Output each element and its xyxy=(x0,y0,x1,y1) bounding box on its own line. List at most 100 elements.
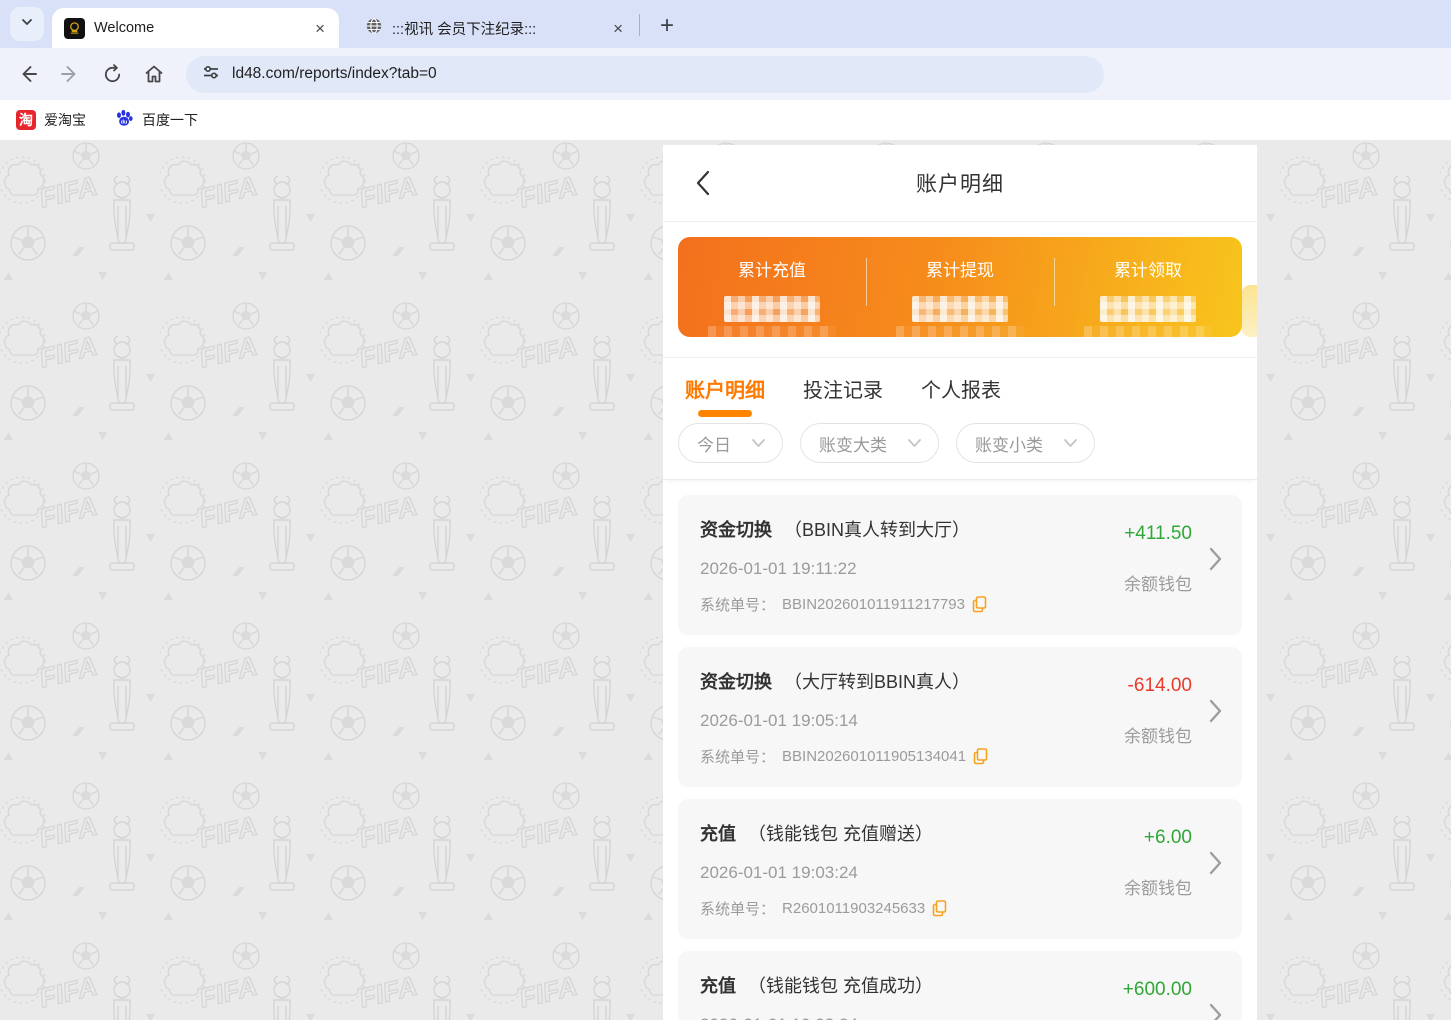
wallet-label: 余额钱包 xyxy=(1124,727,1192,746)
filter-major-category-dropdown[interactable]: 账变大类 xyxy=(800,423,939,463)
transaction-detail: （BBIN真人转到大厅） xyxy=(784,520,971,540)
chevron-right-icon[interactable] xyxy=(1209,851,1222,875)
back-chevron-icon[interactable] xyxy=(695,169,711,202)
censored-value xyxy=(912,296,1008,322)
chevron-down-icon xyxy=(20,15,34,34)
summary-col-deposit: 累计充值 xyxy=(678,256,866,339)
close-icon[interactable]: × xyxy=(311,20,329,37)
wallet-label: 余额钱包 xyxy=(1124,575,1192,594)
carousel-next-slide-peek xyxy=(1242,285,1257,337)
transaction-type: 资金切换 xyxy=(700,520,772,540)
transaction-list: 资金切换 （BBIN真人转到大厅） 2026-01-01 19:11:22 系统… xyxy=(663,480,1257,1020)
censored-value-blur xyxy=(896,326,1024,339)
transaction-amount: +6.00 xyxy=(1143,827,1192,848)
bookmark-label: 百度一下 xyxy=(142,112,198,128)
transaction-type: 资金切换 xyxy=(700,672,772,692)
forward-button[interactable] xyxy=(52,56,88,92)
filter-label: 账变大类 xyxy=(819,435,887,455)
censored-value xyxy=(1100,296,1196,322)
bookmark-baidu[interactable]: du 百度一下 xyxy=(114,108,198,133)
summary-col-withdraw: 累计提现 xyxy=(866,256,1054,339)
summary-section: 累计充值 累计提现 累计领取 xyxy=(663,222,1257,358)
transaction-row[interactable]: 资金切换 （大厅转到BBIN真人） 2026-01-01 19:05:14 系统… xyxy=(678,647,1242,787)
transaction-amount: +411.50 xyxy=(1124,523,1192,544)
tab-title: Welcome xyxy=(94,20,155,36)
summary-card[interactable]: 累计充值 累计提现 累计领取 xyxy=(678,237,1242,339)
censored-value xyxy=(724,296,820,322)
summary-label: 累计提现 xyxy=(926,261,994,280)
transaction-row[interactable]: 充值 （钱能钱包 充值赠送） 2026-01-01 19:03:24 系统单号：… xyxy=(678,799,1242,939)
wallet-label: 余额钱包 xyxy=(1124,879,1192,898)
chevron-right-icon[interactable] xyxy=(1209,699,1222,723)
summary-col-claim: 累计领取 xyxy=(1054,256,1242,339)
tab-separator xyxy=(639,14,640,36)
filter-label: 今日 xyxy=(697,435,731,455)
transaction-detail: （钱能钱包 充值成功） xyxy=(748,976,933,996)
svg-text:du: du xyxy=(121,119,128,125)
transaction-detail: （大厅转到BBIN真人） xyxy=(784,672,971,692)
transaction-amount: -614.00 xyxy=(1127,675,1192,696)
tab-search-button[interactable] xyxy=(10,7,44,41)
chevron-down-icon xyxy=(752,439,765,447)
copy-icon[interactable] xyxy=(972,596,987,613)
close-icon[interactable]: × xyxy=(609,20,627,37)
filter-bar: 今日 账变大类 账变小类 xyxy=(663,419,1257,480)
transaction-type: 充值 xyxy=(700,976,736,996)
summary-label: 累计领取 xyxy=(1114,261,1182,280)
back-button[interactable] xyxy=(10,56,46,92)
bookmark-label: 爱淘宝 xyxy=(44,112,86,128)
account-detail-panel: 账户明细 累计充值 累计提现 累计领取 账户明细 投注记录 个人报表 今日 账变… xyxy=(663,145,1257,1020)
url-text[interactable]: ld48.com/reports/index?tab=0 xyxy=(232,65,437,83)
order-label: 系统单号： xyxy=(700,597,776,614)
page-title: 账户明细 xyxy=(916,173,1004,196)
bookmarks-bar: 淘 爱淘宝 du 百度一下 xyxy=(0,100,1451,140)
censored-value-blur xyxy=(1084,326,1212,339)
filter-label: 账变小类 xyxy=(975,435,1043,455)
site-settings-icon[interactable] xyxy=(202,63,220,86)
report-tabs: 账户明细 投注记录 个人报表 xyxy=(663,358,1257,419)
home-icon xyxy=(145,65,163,83)
summary-label: 累计充值 xyxy=(738,261,806,280)
order-number: BBIN202601011911217793 xyxy=(782,596,965,613)
chevron-right-icon[interactable] xyxy=(1209,547,1222,571)
copy-icon[interactable] xyxy=(932,900,947,917)
back-arrow-icon xyxy=(22,66,37,82)
transaction-row[interactable]: 充值 （钱能钱包 充值成功） 2026-01-01 19:03:24 +600.… xyxy=(678,951,1242,1020)
transaction-amount: +600.00 xyxy=(1122,979,1192,1000)
order-number: R2601011903245633 xyxy=(782,900,926,917)
chevron-right-icon[interactable] xyxy=(1209,1003,1222,1020)
filter-minor-category-dropdown[interactable]: 账变小类 xyxy=(956,423,1095,463)
reload-button[interactable] xyxy=(94,56,130,92)
chevron-down-icon xyxy=(908,439,921,447)
tab-title: :::视讯 会员下注纪录::: xyxy=(392,21,537,38)
order-label: 系统单号： xyxy=(700,901,776,918)
chevron-down-icon xyxy=(1064,439,1077,447)
tab-bet-records[interactable]: 投注记录 xyxy=(803,374,883,419)
browser-tab-records[interactable]: :::视讯 会员下注纪录::: × xyxy=(353,8,637,48)
forward-arrow-icon xyxy=(61,66,76,82)
panel-header: 账户明细 xyxy=(663,145,1257,222)
censored-value-blur xyxy=(708,326,836,339)
copy-icon[interactable] xyxy=(973,748,988,765)
order-number: BBIN202601011905134041 xyxy=(782,748,967,765)
browser-tab-strip: Welcome × :::视讯 会员下注纪录::: × + xyxy=(0,0,1451,48)
globe-icon xyxy=(365,17,383,40)
browser-toolbar: ld48.com/reports/index?tab=0 xyxy=(0,48,1451,100)
order-label: 系统单号： xyxy=(700,749,776,766)
address-bar[interactable]: ld48.com/reports/index?tab=0 xyxy=(186,55,1104,93)
tab-personal-report[interactable]: 个人报表 xyxy=(921,374,1001,419)
transaction-detail: （钱能钱包 充值赠送） xyxy=(748,824,933,844)
transaction-row[interactable]: 资金切换 （BBIN真人转到大厅） 2026-01-01 19:11:22 系统… xyxy=(678,495,1242,635)
new-tab-button[interactable]: + xyxy=(652,14,682,38)
taobao-icon: 淘 xyxy=(16,110,36,130)
reload-icon xyxy=(104,63,120,82)
browser-tab-welcome[interactable]: Welcome × xyxy=(52,8,339,48)
baidu-icon: du xyxy=(114,108,134,133)
transaction-type: 充值 xyxy=(700,824,736,844)
home-button[interactable] xyxy=(136,56,172,92)
filter-date-dropdown[interactable]: 今日 xyxy=(678,423,783,463)
bookmark-aitaobao[interactable]: 淘 爱淘宝 xyxy=(16,110,86,130)
trophy-logo-icon xyxy=(64,17,85,39)
page-background: FIFA xyxy=(0,140,1451,1020)
tab-account-detail[interactable]: 账户明细 xyxy=(685,374,765,419)
